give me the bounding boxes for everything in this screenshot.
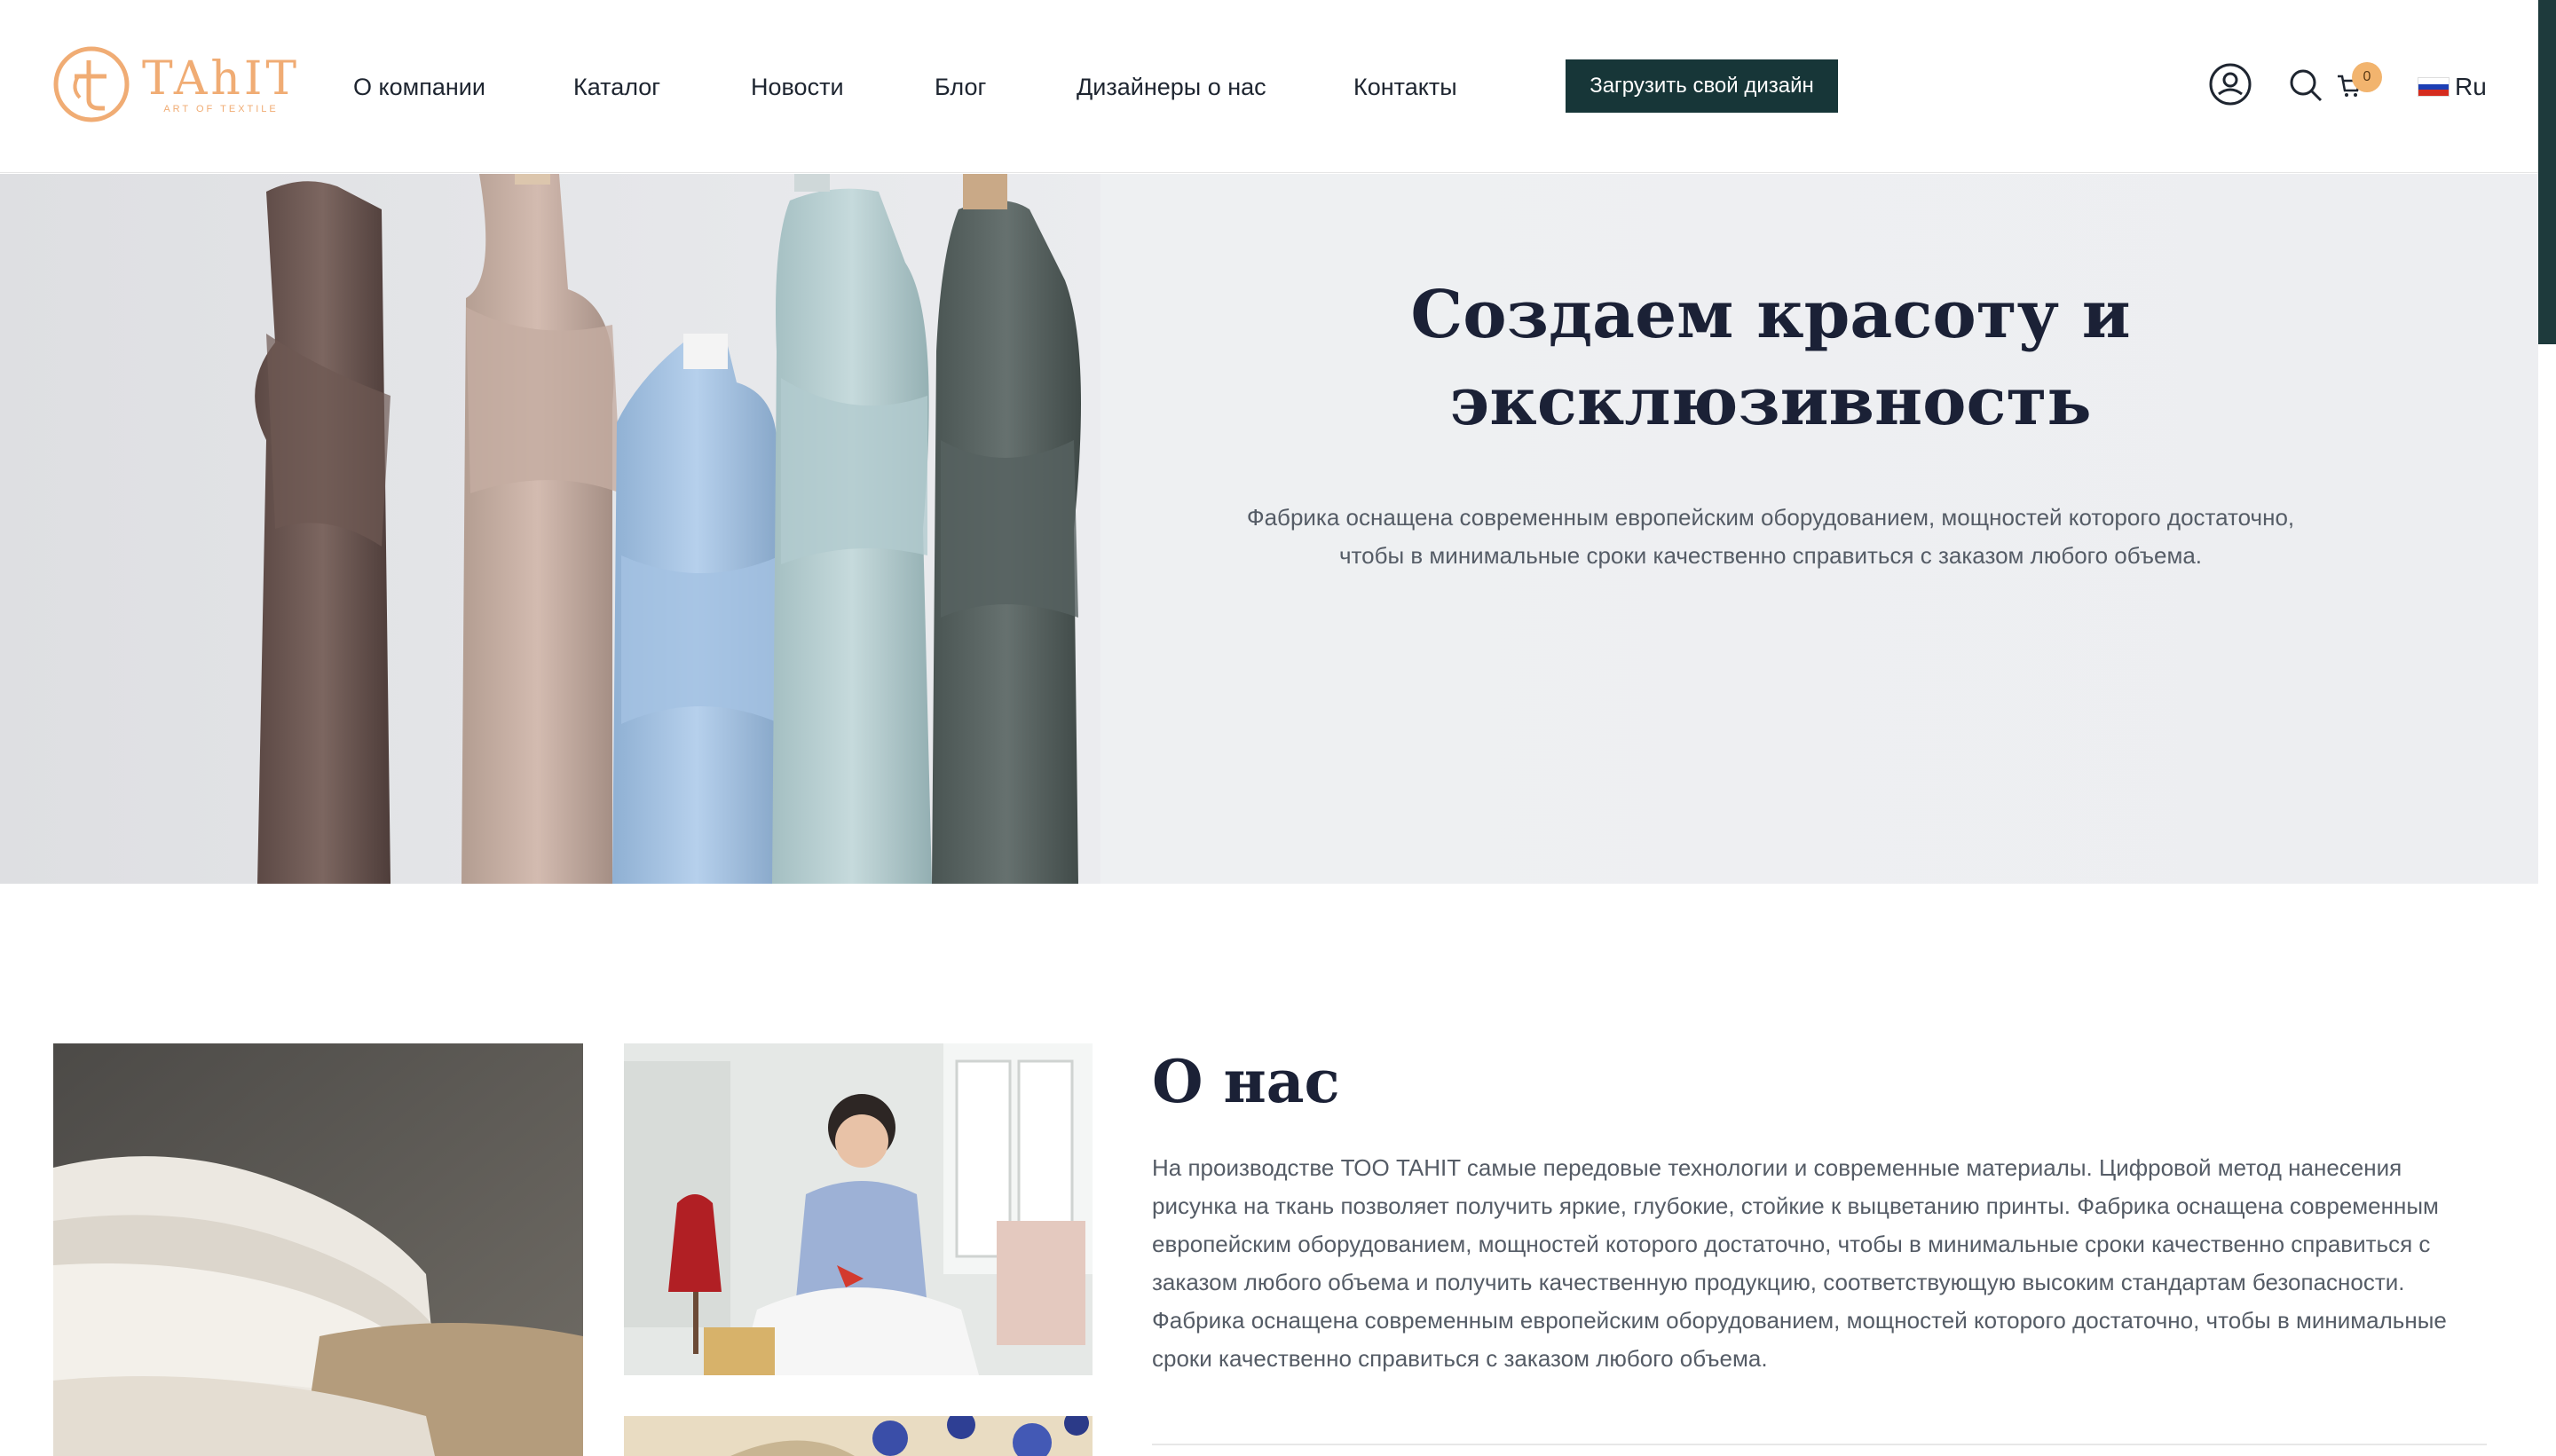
folded-fabric-illustration [53, 1043, 583, 1456]
divider [1152, 1444, 2487, 1445]
hero-title: Создаем красоту и эксклюзивность [1198, 272, 2343, 445]
scrollbar-track[interactable] [2538, 0, 2556, 1456]
user-circle-icon[interactable] [2208, 62, 2252, 106]
logo[interactable]: TAhIT ART OF TEXTILE [51, 43, 309, 126]
nav-item-company[interactable]: О компании [353, 69, 485, 105]
nav-item-designers[interactable]: Дизайнеры о нас [1077, 69, 1266, 105]
nav-item-news[interactable]: Новости [751, 69, 844, 105]
language-switcher[interactable]: Ru [2418, 71, 2487, 103]
patterned-fabric-photo [624, 1416, 1093, 1456]
hero-title-line-2: эксклюзивность [1449, 364, 2092, 440]
folded-fabric-image [53, 1043, 583, 1456]
pattern-illustration [624, 1416, 1093, 1456]
about-title: О нас [1152, 1047, 1340, 1116]
about-description: На производстве ТОО TAHIT самые передовы… [1152, 1154, 2447, 1372]
site-header: TAhIT ART OF TEXTILE О компании Каталог … [0, 0, 2538, 173]
logo-word: TAhIT [142, 52, 301, 106]
logo-subtitle: ART OF TEXTILE [163, 104, 279, 114]
hero-title-line-1: Создаем красоту и [1410, 277, 2131, 353]
russia-flag-icon [2418, 77, 2450, 97]
search-icon[interactable] [2288, 67, 2323, 103]
fabric-rolls-image [0, 174, 1100, 884]
tailor-illustration [624, 1043, 1093, 1375]
tailor-photo [624, 1043, 1093, 1375]
language-label: Ru [2455, 73, 2487, 100]
hero-section: Создаем красоту и эксклюзивность Фабрика… [0, 174, 2538, 884]
nav-item-contacts[interactable]: Контакты [1353, 69, 1457, 105]
logo-mark-icon [53, 46, 130, 122]
upload-design-button[interactable]: Загрузить свой дизайн [1566, 59, 1838, 113]
cart-count-badge: 0 [2352, 62, 2382, 92]
scrollbar-thumb[interactable] [2538, 0, 2556, 344]
logo-text: TAhIT ART OF TEXTILE [142, 54, 300, 114]
nav-item-catalog[interactable]: Каталог [573, 69, 660, 105]
hero-description: Фабрика оснащена современным европейским… [1246, 504, 2295, 569]
nav-item-blog[interactable]: Блог [935, 69, 986, 105]
